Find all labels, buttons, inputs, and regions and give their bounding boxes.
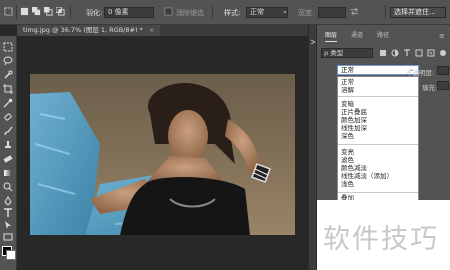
collapse-icon[interactable] [310,39,316,45]
feather-label: 羽化: [86,9,103,17]
gradient-tool-icon[interactable] [3,168,13,178]
tab-channels[interactable]: 通道 [351,31,363,41]
dodge-tool-icon[interactable] [3,182,13,192]
fill-input[interactable] [437,81,449,90]
watermark-text: 软件技巧 [323,224,439,255]
type-tool-icon[interactable] [3,208,13,218]
blend-option-darker-color[interactable]: 深色 [341,133,354,140]
blend-option-lighter-color[interactable]: 浅色 [341,181,354,188]
layer-kind-filter[interactable]: ρ 类型 [321,48,373,58]
type-filter-icon[interactable] [403,49,411,57]
eraser-tool-icon[interactable] [3,154,13,164]
crop-tool-icon[interactable] [3,84,13,94]
blend-option-dissolve[interactable]: 溶解 [341,87,354,94]
opacity-input[interactable] [437,66,449,75]
document-tab-title: timg.jpg @ 36.7% (图层 1, RGB/8#) * [23,26,143,34]
document-tab-bar: timg.jpg @ 36.7% (图层 1, RGB/8#) * × [17,25,308,36]
close-icon[interactable]: × [149,26,154,34]
separator [385,5,386,19]
width-label: 宽度: [298,9,315,17]
antialias-checkbox[interactable] [164,7,173,16]
panel-menu-icon[interactable]: ≡ [439,31,445,41]
document-tab[interactable]: timg.jpg @ 36.7% (图层 1, RGB/8#) * × [17,25,161,36]
filter-toggle-icon[interactable] [439,49,447,57]
blend-option-screen[interactable]: 滤色 [341,157,354,164]
blend-option-lighten[interactable]: 变亮 [341,149,354,156]
healing-brush-tool-icon[interactable] [3,112,13,122]
tab-layers[interactable]: 图层 [325,31,338,42]
new-selection-icon[interactable] [20,7,29,16]
select-and-mask-button[interactable]: 选择并遮住... [390,7,446,18]
blend-option-multiply[interactable]: 正片叠底 [341,109,367,116]
separator [338,192,418,193]
pixel-filter-icon[interactable] [379,49,387,57]
path-selection-tool-icon[interactable] [3,220,13,230]
panel-tabs: 图层 通道 路径 ≡ [317,31,450,42]
blend-option-linear-burn[interactable]: 线性加深 [341,125,367,132]
width-input[interactable] [318,7,346,18]
separator [338,144,418,145]
style-label: 样式: [224,9,241,17]
separator [212,5,213,19]
feather-input[interactable]: 0 像素 [104,7,154,18]
brush-tool-icon[interactable] [3,126,13,136]
separator [70,5,71,19]
options-bar: 羽化: 0 像素 消除锯齿 样式: 正常 ⌄ 宽度: 选择并遮住... [0,0,450,25]
panel-dock-strip [308,25,317,270]
blend-option-linear-dodge[interactable]: 线性减淡（添加） [341,173,393,180]
clone-stamp-tool-icon[interactable] [3,140,13,150]
fill-label: 填充: [422,84,438,92]
adjustment-filter-icon[interactable] [391,49,399,57]
intersect-selection-icon[interactable] [56,7,65,16]
marquee-tool-preset-icon[interactable] [4,7,13,16]
shape-filter-icon[interactable] [415,49,423,57]
add-to-selection-icon[interactable] [32,7,41,16]
eyedropper-tool-icon[interactable] [3,98,13,108]
background-color-swatch[interactable] [6,250,16,260]
blend-mode-dropdown: 正常 溶解 变暗 正片叠底 颜色加深 线性加深 深色 变亮 滤色 颜色减淡 线性… [337,76,419,202]
blend-option-normal[interactable]: 正常 [341,79,354,86]
separator [16,5,17,19]
separator [338,96,418,97]
document-image[interactable] [30,74,295,235]
quick-selection-tool-icon[interactable] [3,70,13,80]
lasso-tool-icon[interactable] [3,56,13,66]
tab-paths[interactable]: 路径 [377,31,389,41]
rectangle-tool-icon[interactable] [3,232,13,242]
antialias-label: 消除锯齿 [176,9,204,17]
smart-object-filter-icon[interactable] [427,49,435,57]
chevron-down-icon: ⌄ [282,7,288,15]
blend-option-darken[interactable]: 变暗 [341,101,354,108]
pen-tool-icon[interactable] [3,196,13,206]
tools-panel [0,36,17,270]
marquee-tool-icon[interactable] [3,42,13,52]
canvas-area[interactable] [17,36,308,270]
subtract-from-selection-icon[interactable] [44,7,53,16]
blend-option-color-dodge[interactable]: 颜色减淡 [341,165,367,172]
swap-dimensions-icon[interactable] [350,7,359,16]
blend-option-color-burn[interactable]: 颜色加深 [341,117,367,124]
